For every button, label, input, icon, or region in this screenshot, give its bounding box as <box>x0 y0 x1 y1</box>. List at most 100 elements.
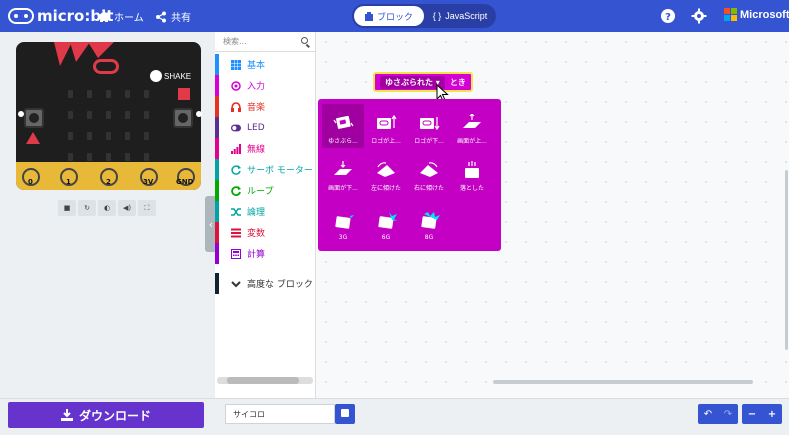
gesture-option-tilt-right[interactable]: 右に傾けた <box>408 151 450 195</box>
category-advanced[interactable]: 高度な ブロック <box>215 273 316 294</box>
gesture-label: ロゴが下... <box>414 138 444 145</box>
gesture-option-shake[interactable]: ゆさぶら... <box>322 104 364 148</box>
gesture-option-tilt-left[interactable]: 左に傾けた <box>365 151 407 195</box>
microbit-board[interactable]: SHAKE 0 1 2 3V GND <box>16 42 201 190</box>
category-label: 計算 <box>247 250 266 260</box>
search-icon[interactable] <box>301 37 308 44</box>
sound-icon[interactable]: ◐ <box>98 200 116 216</box>
category-basic[interactable]: 基本 <box>215 54 316 75</box>
home-label: ホーム <box>114 13 144 24</box>
top-header: micro:bit ホーム 共有 ブロック { } JavaScript ? M… <box>0 0 789 32</box>
loop-icon <box>231 185 241 196</box>
button-b[interactable] <box>173 108 193 128</box>
gesture-option-free-fall[interactable]: 落とした <box>451 151 493 195</box>
category-loops[interactable]: ループ <box>215 180 316 201</box>
board-left-dot <box>18 111 24 117</box>
restart-icon[interactable]: ↻ <box>78 200 96 216</box>
pin-label: 3V <box>143 178 154 186</box>
toolbox-scrollbar-thumb[interactable] <box>227 377 299 384</box>
category-label: LED <box>247 122 265 133</box>
undo-icon[interactable]: ↶ <box>704 409 712 420</box>
search-placeholder: 検索... <box>223 37 247 46</box>
gesture-label: 左に傾けた <box>370 185 401 192</box>
shake-button[interactable] <box>150 70 162 82</box>
on-gesture-block[interactable]: ゆさぶられた ▾ とき <box>373 72 473 92</box>
pin-label: 1 <box>66 178 71 186</box>
javascript-toggle[interactable]: { } JavaScript <box>426 6 494 26</box>
logo-down-icon <box>420 117 440 131</box>
bottom-toolbar: ダウンロード サイコロ ↶ ↷ − + <box>0 398 789 435</box>
category-led[interactable]: LED <box>215 117 316 138</box>
volume-icon[interactable]: ◀) <box>118 200 136 216</box>
category-label: サーボ モーター <box>247 166 313 176</box>
gesture-option-screen-down[interactable]: 画面が下... <box>322 151 364 195</box>
gesture-label: 6G <box>381 234 391 241</box>
category-radio[interactable]: 無線 <box>215 138 316 159</box>
button-b-label-icon <box>178 88 190 100</box>
share-icon <box>156 11 166 22</box>
block-toolbox: 検索... 基本 入力 音楽 LED 無線 サーボ モーター ループ 論理 変数… <box>215 32 316 398</box>
category-input[interactable]: 入力 <box>215 75 316 96</box>
home-button[interactable]: ホーム <box>98 9 144 24</box>
download-label: ダウンロード <box>78 408 151 423</box>
gesture-option-screen-up[interactable]: 画面が上... <box>451 104 493 148</box>
save-button[interactable] <box>335 404 355 424</box>
simulator-toolbar: ■ ↻ ◐ ◀) ⛶ <box>58 200 158 216</box>
tilt-left-icon <box>377 162 395 177</box>
microsoft-icon <box>724 8 737 21</box>
redo-icon[interactable]: ↷ <box>724 409 732 420</box>
stop-icon[interactable]: ■ <box>58 200 76 216</box>
toggle-icon <box>231 124 241 131</box>
undo-redo-group: ↶ ↷ <box>698 404 738 424</box>
project-name-input[interactable]: サイコロ <box>225 404 335 424</box>
gesture-option-3g[interactable]: 3G <box>322 200 364 244</box>
microsoft-logo[interactable]: Microsoft <box>724 8 789 21</box>
share-button[interactable]: 共有 <box>155 9 191 24</box>
zoom-out-icon[interactable]: − <box>748 409 756 420</box>
board-right-dot <box>196 111 202 117</box>
shake-label: SHAKE <box>164 72 192 81</box>
calculator-icon <box>231 248 241 259</box>
category-variables[interactable]: 変数 <box>215 222 316 243</box>
workspace-scrollbar-horizontal[interactable] <box>493 380 753 384</box>
blocks-toggle[interactable]: ブロック <box>354 6 424 26</box>
gesture-option-logo-up[interactable]: ロゴが上... <box>365 104 407 148</box>
screen-down-icon <box>334 161 352 175</box>
category-logic[interactable]: 論理 <box>215 201 316 222</box>
pin-label: GND <box>176 178 194 186</box>
button-a[interactable] <box>24 108 44 128</box>
workspace-scrollbar-vertical[interactable] <box>785 170 788 350</box>
gesture-label: 画面が上... <box>457 138 487 145</box>
gear-icon[interactable] <box>691 8 707 24</box>
shuffle-icon <box>231 207 241 216</box>
pin-label: 2 <box>106 178 111 186</box>
gesture-option-8g[interactable]: 8G <box>408 200 450 244</box>
help-icon[interactable]: ? <box>660 8 676 24</box>
fullscreen-icon[interactable]: ⛶ <box>138 200 156 216</box>
simulator-panel: SHAKE 0 1 2 3V GND ■ ↻ ◐ ◀) ⛶ <box>0 32 215 398</box>
gesture-option-6g[interactable]: 6G <box>365 200 407 244</box>
category-math[interactable]: 計算 <box>215 243 316 264</box>
toolbox-search-input[interactable]: 検索... <box>215 32 315 52</box>
zoom-group: − + <box>742 404 782 424</box>
chevron-left-icon: ‹ <box>208 217 214 231</box>
zoom-in-icon[interactable]: + <box>768 409 776 420</box>
impact-3g-icon <box>335 212 354 229</box>
headphones-icon <box>231 101 241 112</box>
category-label: 音楽 <box>247 103 266 113</box>
home-icon <box>98 11 110 22</box>
gesture-option-logo-down[interactable]: ロゴが下... <box>408 104 450 148</box>
board-logo-touch[interactable] <box>93 59 119 74</box>
category-music[interactable]: 音楽 <box>215 96 316 117</box>
gesture-label: 画面が下... <box>328 185 358 192</box>
list-icon <box>231 228 241 237</box>
gesture-label: ゆさぶら... <box>328 138 358 145</box>
download-button[interactable]: ダウンロード <box>8 402 204 428</box>
refresh-icon <box>231 164 241 175</box>
tilt-right-icon <box>420 162 438 177</box>
gesture-options-flyout: ゆさぶら... ロゴが上... ロゴが下... 画面が上... 画面が下... … <box>318 99 501 251</box>
board-edge-connector: 0 1 2 3V GND <box>16 162 201 190</box>
category-label: ループ <box>247 187 274 197</box>
category-servo[interactable]: サーボ モーター <box>215 159 316 180</box>
editor-toggle: ブロック { } JavaScript <box>352 4 496 28</box>
